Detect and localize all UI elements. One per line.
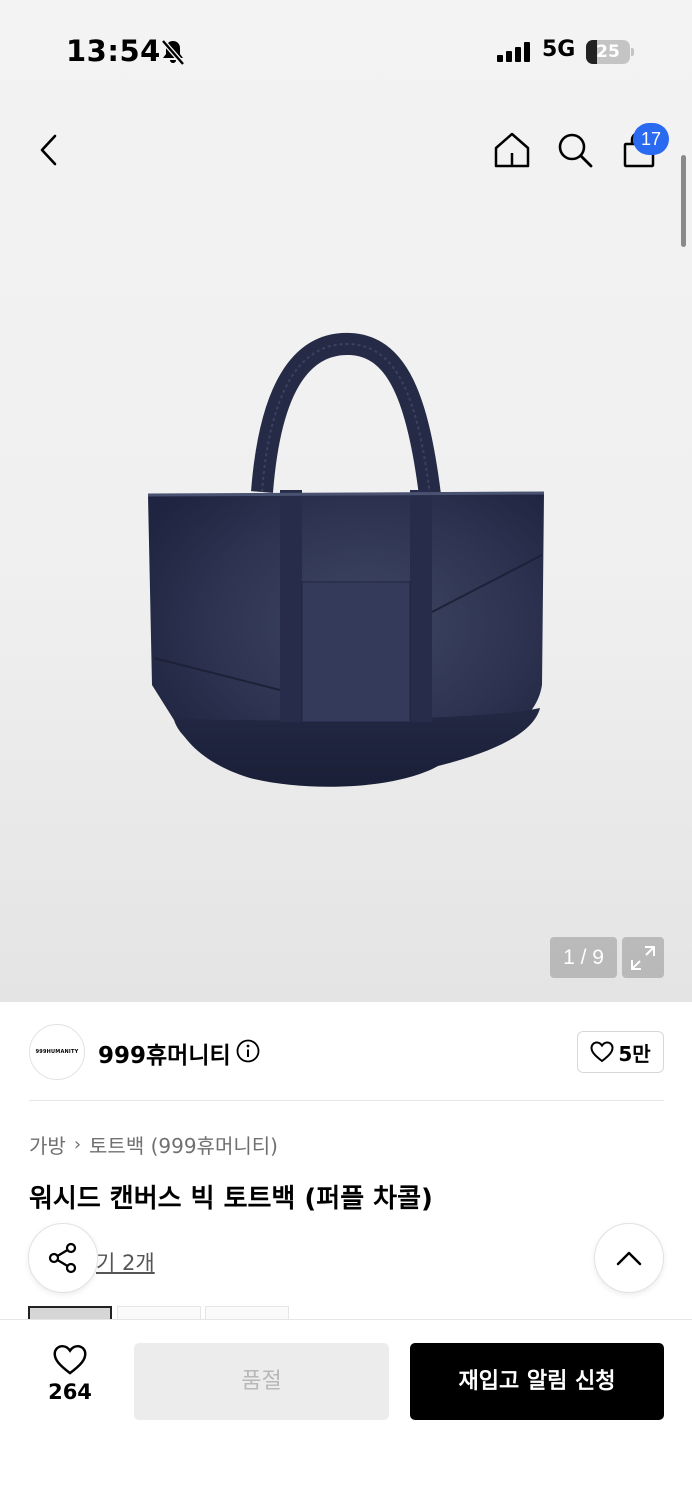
- bottom-action-bar: 264 품절 재입고 알림 신청: [0, 1319, 692, 1500]
- product-title: 워시드 캔버스 빅 토트백 (퍼플 차콜): [29, 1184, 433, 1214]
- share-button[interactable]: [28, 1223, 98, 1293]
- search-icon: [558, 133, 593, 168]
- brand-logo[interactable]: 999HUMANITY: [29, 1024, 85, 1080]
- option-thumbnail[interactable]: [117, 1306, 201, 1320]
- chevron-up-icon: [616, 1251, 642, 1266]
- expand-image-button[interactable]: [622, 937, 664, 978]
- brand-like-button[interactable]: 5만: [577, 1031, 664, 1073]
- option-thumbnail[interactable]: [205, 1306, 289, 1320]
- brand-row: 999HUMANITY 999휴머니티 5만: [0, 1002, 692, 1102]
- cart-count-badge: 17: [633, 123, 669, 155]
- breadcrumb-item-bags[interactable]: 가방: [29, 1130, 66, 1159]
- heart-outline-icon: [590, 1041, 614, 1063]
- soldout-button: 품절: [134, 1343, 389, 1420]
- chevron-left-icon: [40, 134, 57, 166]
- breadcrumb-item-totebag[interactable]: 토트백 (999휴머니티): [89, 1130, 278, 1159]
- network-type: 5G: [542, 37, 576, 62]
- divider: [29, 1100, 664, 1101]
- restock-alert-button[interactable]: 재입고 알림 신청: [410, 1343, 664, 1420]
- product-image[interactable]: [140, 330, 552, 800]
- option-thumbnail[interactable]: [28, 1306, 112, 1320]
- status-bar: 13:54 5G 25: [0, 0, 692, 104]
- signal-icon: [497, 42, 530, 62]
- search-button[interactable]: [553, 128, 597, 172]
- expand-icon: [631, 945, 655, 970]
- bell-off-icon: [161, 39, 185, 66]
- reviews-link[interactable]: 기 2개: [96, 1247, 155, 1277]
- brand-like-count: 5만: [618, 1041, 651, 1066]
- status-time: 13:54: [66, 34, 161, 68]
- scroll-to-top-button[interactable]: [594, 1223, 664, 1293]
- brand-name[interactable]: 999휴머니티: [98, 1036, 231, 1070]
- home-button[interactable]: [490, 128, 534, 172]
- breadcrumb-separator: ›: [73, 1134, 82, 1155]
- heart-outline-icon: [53, 1344, 87, 1375]
- battery-indicator: 25: [586, 40, 634, 64]
- wishlist-button[interactable]: 264: [30, 1344, 110, 1422]
- wishlist-count: 264: [48, 1380, 92, 1404]
- scroll-indicator[interactable]: [681, 155, 686, 247]
- info-icon[interactable]: [236, 1039, 260, 1063]
- breadcrumb: 가방 › 토트백 (999휴머니티): [29, 1130, 278, 1159]
- home-icon: [494, 132, 530, 168]
- back-button[interactable]: [27, 128, 71, 172]
- product-gallery[interactable]: 13:54 5G 25 17 1 / 9: [0, 0, 692, 1002]
- brand-logo-text: 999HUMANITY: [35, 1049, 79, 1055]
- battery-level: 25: [596, 42, 620, 62]
- image-counter: 1 / 9: [550, 937, 617, 978]
- share-icon: [48, 1242, 77, 1274]
